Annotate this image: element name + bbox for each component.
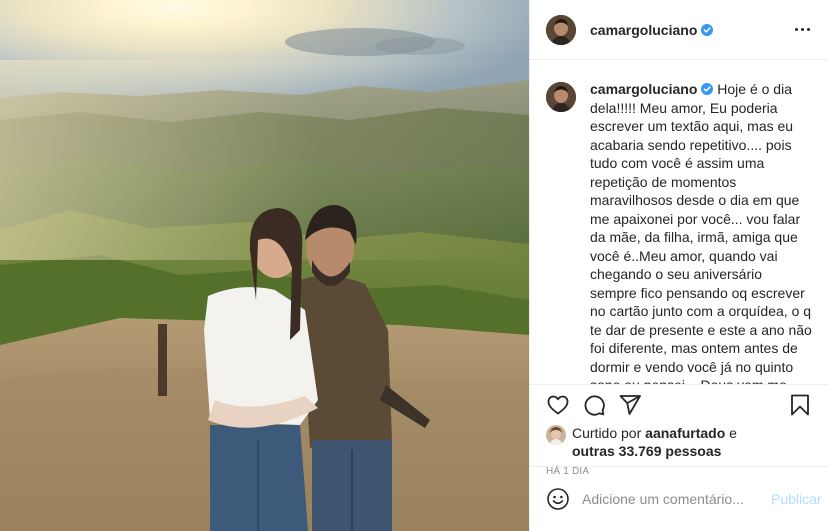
bookmark-icon[interactable] — [788, 393, 812, 417]
caption-username[interactable]: camargoluciano — [590, 81, 697, 97]
liked-conjunction: e — [729, 425, 737, 441]
share-icon[interactable] — [618, 393, 642, 417]
liked-by-username[interactable]: aanafurtado — [645, 425, 725, 441]
caption-author-avatar[interactable] — [546, 82, 576, 112]
liked-prefix: Curtido por — [572, 425, 642, 441]
action-icons — [546, 393, 812, 417]
liker-avatar[interactable] — [546, 425, 566, 445]
post-actions: Curtido por aanafurtado e outras 33.769 … — [530, 384, 828, 477]
comments-area: camargoluciano Hoje é o dia dela!!!!! Me… — [530, 60, 828, 384]
post-timestamp[interactable]: HÁ 1 DIA — [546, 466, 812, 477]
verified-badge-icon — [701, 23, 714, 36]
comment-input[interactable] — [582, 491, 763, 507]
post-sidebar: camargoluciano camargoluciano Hoje é o d… — [529, 0, 828, 531]
emoji-icon[interactable] — [546, 487, 570, 511]
photo-couple-mountain-sunset — [0, 0, 529, 531]
comment-icon[interactable] — [582, 393, 606, 417]
heart-icon[interactable] — [546, 393, 570, 417]
more-options-icon[interactable] — [790, 18, 814, 42]
author-username[interactable]: camargoluciano — [590, 22, 697, 38]
post-photo[interactable] — [0, 0, 529, 531]
instagram-post: camargoluciano camargoluciano Hoje é o d… — [0, 0, 828, 531]
likes-summary: Curtido por aanafurtado e outras 33.769 … — [546, 424, 812, 460]
caption-verified-badge-icon — [701, 83, 714, 95]
caption-text: Hoje é o dia dela!!!!! Meu amor, Eu pode… — [590, 81, 812, 384]
post-header: camargoluciano — [530, 0, 828, 60]
author-avatar[interactable] — [546, 14, 576, 45]
publish-button[interactable]: Publicar — [771, 491, 822, 507]
liked-others-count[interactable]: outras 33.769 pessoas — [572, 443, 721, 459]
post-caption: camargoluciano Hoje é o dia dela!!!!! Me… — [590, 80, 812, 384]
liked-by-text: Curtido por aanafurtado e outras 33.769 … — [572, 424, 737, 460]
